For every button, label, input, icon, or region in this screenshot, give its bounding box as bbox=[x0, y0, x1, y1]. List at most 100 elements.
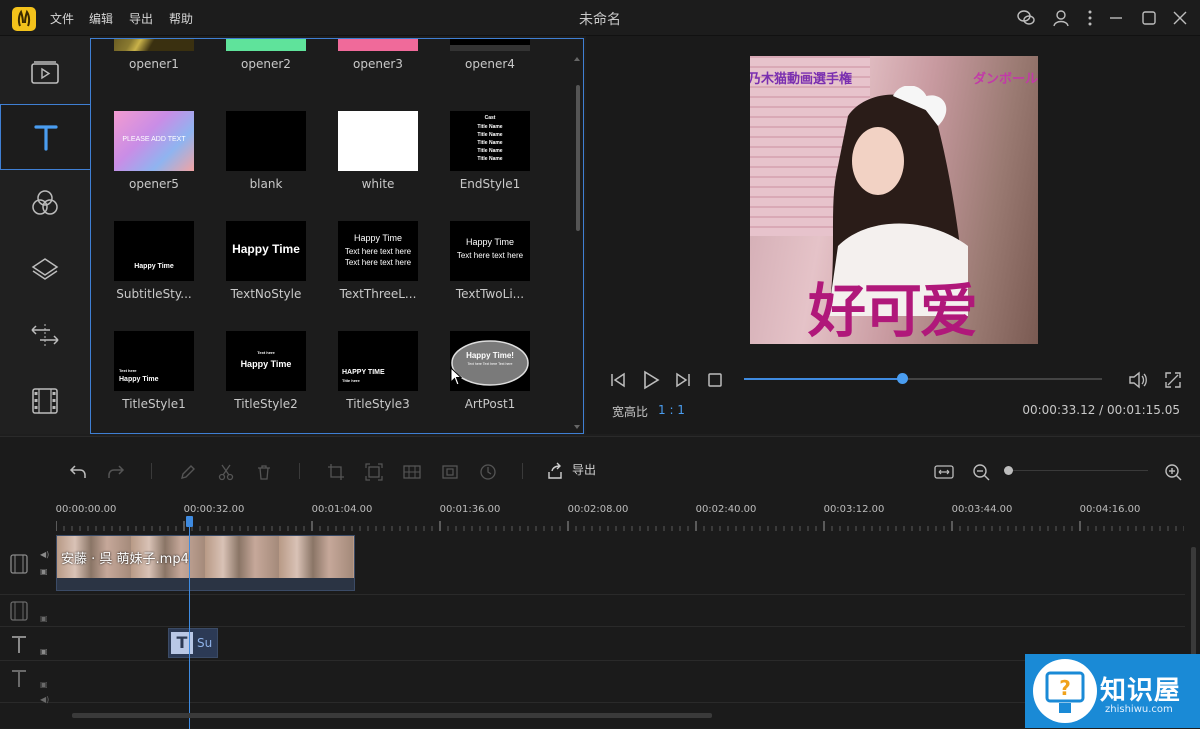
lock-icon[interactable]: ▣ bbox=[40, 647, 48, 656]
template-label: white bbox=[361, 177, 395, 191]
maximize-icon[interactable] bbox=[1139, 8, 1159, 28]
overlay-tab[interactable] bbox=[0, 236, 90, 302]
menu-export[interactable]: 导出 bbox=[129, 10, 153, 27]
delete-icon[interactable] bbox=[252, 460, 276, 484]
seek-handle[interactable] bbox=[897, 373, 908, 384]
template-endstyle1[interactable]: Cast Title Name Title Name Title Name Ti… bbox=[434, 111, 546, 191]
menu-help[interactable]: 帮助 bbox=[169, 10, 193, 27]
template-label: TitleStyle1 bbox=[122, 397, 186, 411]
audio-toggle-icon[interactable]: ◀) bbox=[40, 550, 49, 559]
template-titlestyle2[interactable]: Text here Happy Time TitleStyle2 bbox=[210, 331, 322, 411]
template-opener5[interactable]: PLEASE ADD TEXT opener5 bbox=[98, 111, 210, 191]
lock-icon[interactable]: ▣ bbox=[40, 680, 48, 689]
ruler-ticks[interactable] bbox=[56, 521, 1184, 531]
thumb-line: Happy Time bbox=[119, 376, 159, 383]
freeze-icon[interactable] bbox=[438, 460, 462, 484]
template-label: ArtPost1 bbox=[464, 397, 516, 411]
thumb-line: Cast bbox=[484, 115, 496, 121]
menu-file[interactable]: 文件 bbox=[50, 10, 74, 27]
text-clip[interactable]: T Su bbox=[168, 628, 218, 658]
text-tab[interactable] bbox=[0, 104, 90, 170]
template-subtitlestyle[interactable]: Happy Time SubtitleSty... bbox=[98, 221, 210, 301]
transition-tab[interactable] bbox=[0, 302, 90, 368]
zoom-in-icon[interactable] bbox=[1161, 460, 1185, 484]
scroll-up-icon[interactable] bbox=[574, 57, 580, 61]
film-tab[interactable] bbox=[0, 368, 90, 434]
template-blank[interactable]: blank bbox=[210, 111, 322, 191]
template-textnostyle[interactable]: Happy Time TextNoStyle bbox=[210, 221, 322, 301]
wechat-icon[interactable] bbox=[1016, 8, 1036, 28]
thumb-subtitlestyle: Happy Time bbox=[114, 221, 194, 281]
overlay-icon bbox=[31, 258, 59, 280]
template-texttwolines[interactable]: Happy Time Text here text here TextTwoLi… bbox=[434, 221, 546, 301]
template-opener3[interactable]: opener3 bbox=[322, 39, 434, 71]
redo-icon[interactable] bbox=[104, 460, 128, 484]
user-icon[interactable] bbox=[1051, 8, 1071, 28]
ruler-label: 00:02:40.00 bbox=[695, 504, 757, 515]
lock-icon[interactable]: ▣ bbox=[40, 614, 48, 623]
template-textthreelines[interactable]: Happy Time Text here text here Text here… bbox=[322, 221, 434, 301]
video-clip[interactable]: 安藤 · 呉 萌妹子.mp4 bbox=[56, 535, 355, 591]
filter-icon bbox=[32, 190, 58, 215]
template-label: SubtitleSty... bbox=[116, 287, 192, 301]
template-white[interactable]: white bbox=[322, 111, 434, 191]
menu-edit[interactable]: 编辑 bbox=[89, 10, 113, 27]
thumb-line: Happy Time bbox=[353, 233, 403, 243]
undo-icon[interactable] bbox=[66, 460, 90, 484]
thumb-line: Title here bbox=[342, 378, 360, 383]
scroll-down-icon[interactable] bbox=[574, 425, 580, 429]
thumb-textthreelines: Happy Time Text here text here Text here… bbox=[338, 221, 418, 281]
thumb-line: Happy Time bbox=[465, 237, 515, 247]
film-icon bbox=[32, 388, 58, 414]
speed-icon[interactable] bbox=[476, 460, 500, 484]
fullscreen-icon[interactable] bbox=[1163, 370, 1183, 390]
play-icon[interactable] bbox=[641, 369, 661, 391]
filter-tab[interactable] bbox=[0, 170, 90, 236]
timeline-horizontal-scrollbar[interactable] bbox=[72, 713, 712, 718]
transition-icon bbox=[31, 324, 59, 346]
template-titlestyle3[interactable]: HAPPY TIME Title here TitleStyle3 bbox=[322, 331, 434, 411]
template-opener2[interactable]: opener2 bbox=[210, 39, 322, 71]
mouse-cursor-icon bbox=[450, 367, 463, 386]
stop-icon[interactable] bbox=[707, 372, 723, 388]
more-icon[interactable] bbox=[1080, 8, 1100, 28]
template-opener1[interactable]: opener1 bbox=[98, 39, 210, 71]
zoom-slider-handle[interactable] bbox=[1004, 466, 1013, 475]
title-bar: 文件 编辑 导出 帮助 未命名 bbox=[0, 0, 1200, 36]
audio-toggle-icon[interactable]: ◀) bbox=[40, 695, 49, 704]
zoom-out-icon[interactable] bbox=[969, 460, 993, 484]
zoom-slider[interactable] bbox=[1008, 470, 1148, 471]
fit-timeline-icon[interactable] bbox=[932, 460, 956, 484]
svg-text:?: ? bbox=[1059, 676, 1071, 700]
close-icon[interactable] bbox=[1170, 8, 1190, 28]
cut-icon[interactable] bbox=[214, 460, 238, 484]
lock-icon[interactable]: ▣ bbox=[40, 567, 48, 576]
text-track-icon bbox=[12, 636, 26, 653]
edit-icon[interactable] bbox=[176, 460, 200, 484]
thumb-opener3 bbox=[338, 39, 418, 51]
prev-frame-icon[interactable] bbox=[609, 371, 627, 389]
playhead[interactable] bbox=[189, 517, 190, 729]
zoom-fit-icon[interactable] bbox=[362, 460, 386, 484]
export-icon[interactable] bbox=[543, 460, 567, 484]
ruler-label: 00:02:08.00 bbox=[567, 504, 629, 515]
gallery-scrollbar[interactable] bbox=[576, 85, 580, 231]
export-button[interactable]: 导出 bbox=[572, 461, 596, 478]
minimize-icon[interactable] bbox=[1106, 8, 1126, 28]
aspect-ratio-value[interactable]: 1 : 1 bbox=[658, 403, 685, 417]
playhead-handle[interactable] bbox=[186, 516, 193, 527]
toolbar-separator bbox=[299, 463, 300, 479]
tool-rail bbox=[0, 36, 90, 434]
thumb-textnostyle: Happy Time bbox=[226, 221, 306, 281]
template-opener4[interactable]: opener4 bbox=[434, 39, 546, 71]
time-readout: 00:00:33.12 / 00:01:15.05 bbox=[1022, 403, 1180, 417]
template-titlestyle1[interactable]: Text here Happy Time TitleStyle1 bbox=[98, 331, 210, 411]
next-frame-icon[interactable] bbox=[674, 371, 692, 389]
volume-icon[interactable] bbox=[1127, 370, 1149, 390]
text-clip-name: Su bbox=[197, 636, 213, 650]
media-tab[interactable] bbox=[0, 40, 90, 106]
preview-frame[interactable]: 乃木猫動画選手権 ダンボール 好可爱 bbox=[750, 56, 1038, 344]
thumb-blank bbox=[226, 111, 306, 171]
crop-icon[interactable] bbox=[324, 460, 348, 484]
mosaic-icon[interactable] bbox=[400, 460, 424, 484]
